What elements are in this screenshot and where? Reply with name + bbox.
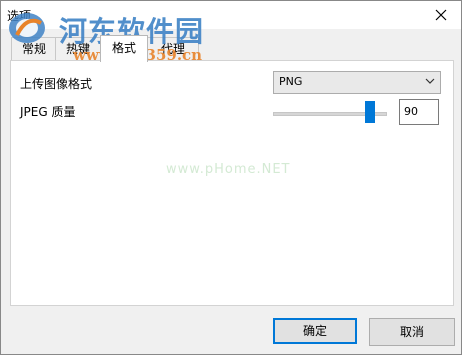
chevron-down-icon (425, 78, 435, 84)
upload-format-value: PNG (279, 75, 303, 88)
format-tab-panel: 上传图像格式 PNG JPEG 质量 90 www.pHome.NET (10, 60, 454, 306)
pc0359-logo-icon (9, 13, 45, 43)
ok-button[interactable]: 确定 (273, 318, 357, 344)
upload-format-label: 上传图像格式 (20, 77, 93, 91)
tab-format[interactable]: 格式 (100, 35, 148, 62)
cancel-button-label: 取消 (399, 325, 424, 339)
jpeg-quality-input[interactable]: 90 (399, 99, 439, 125)
ok-button-label: 确定 (302, 324, 327, 338)
cancel-button[interactable]: 取消 (369, 318, 455, 346)
faint-watermark: www.pHome.NET (166, 162, 291, 177)
jpeg-quality-label: JPEG 质量 (20, 105, 76, 119)
jpeg-quality-value: 90 (404, 105, 418, 118)
upload-format-select[interactable]: PNG (273, 71, 441, 94)
tab-format-label: 格式 (111, 41, 136, 55)
options-dialog: 选项 常规 热键 格式 代理 上传图像格式 PNG JPEG 质量 90 www (0, 0, 462, 355)
jpeg-quality-slider-thumb[interactable] (364, 101, 375, 123)
close-icon (435, 9, 447, 21)
close-button[interactable] (421, 1, 461, 29)
